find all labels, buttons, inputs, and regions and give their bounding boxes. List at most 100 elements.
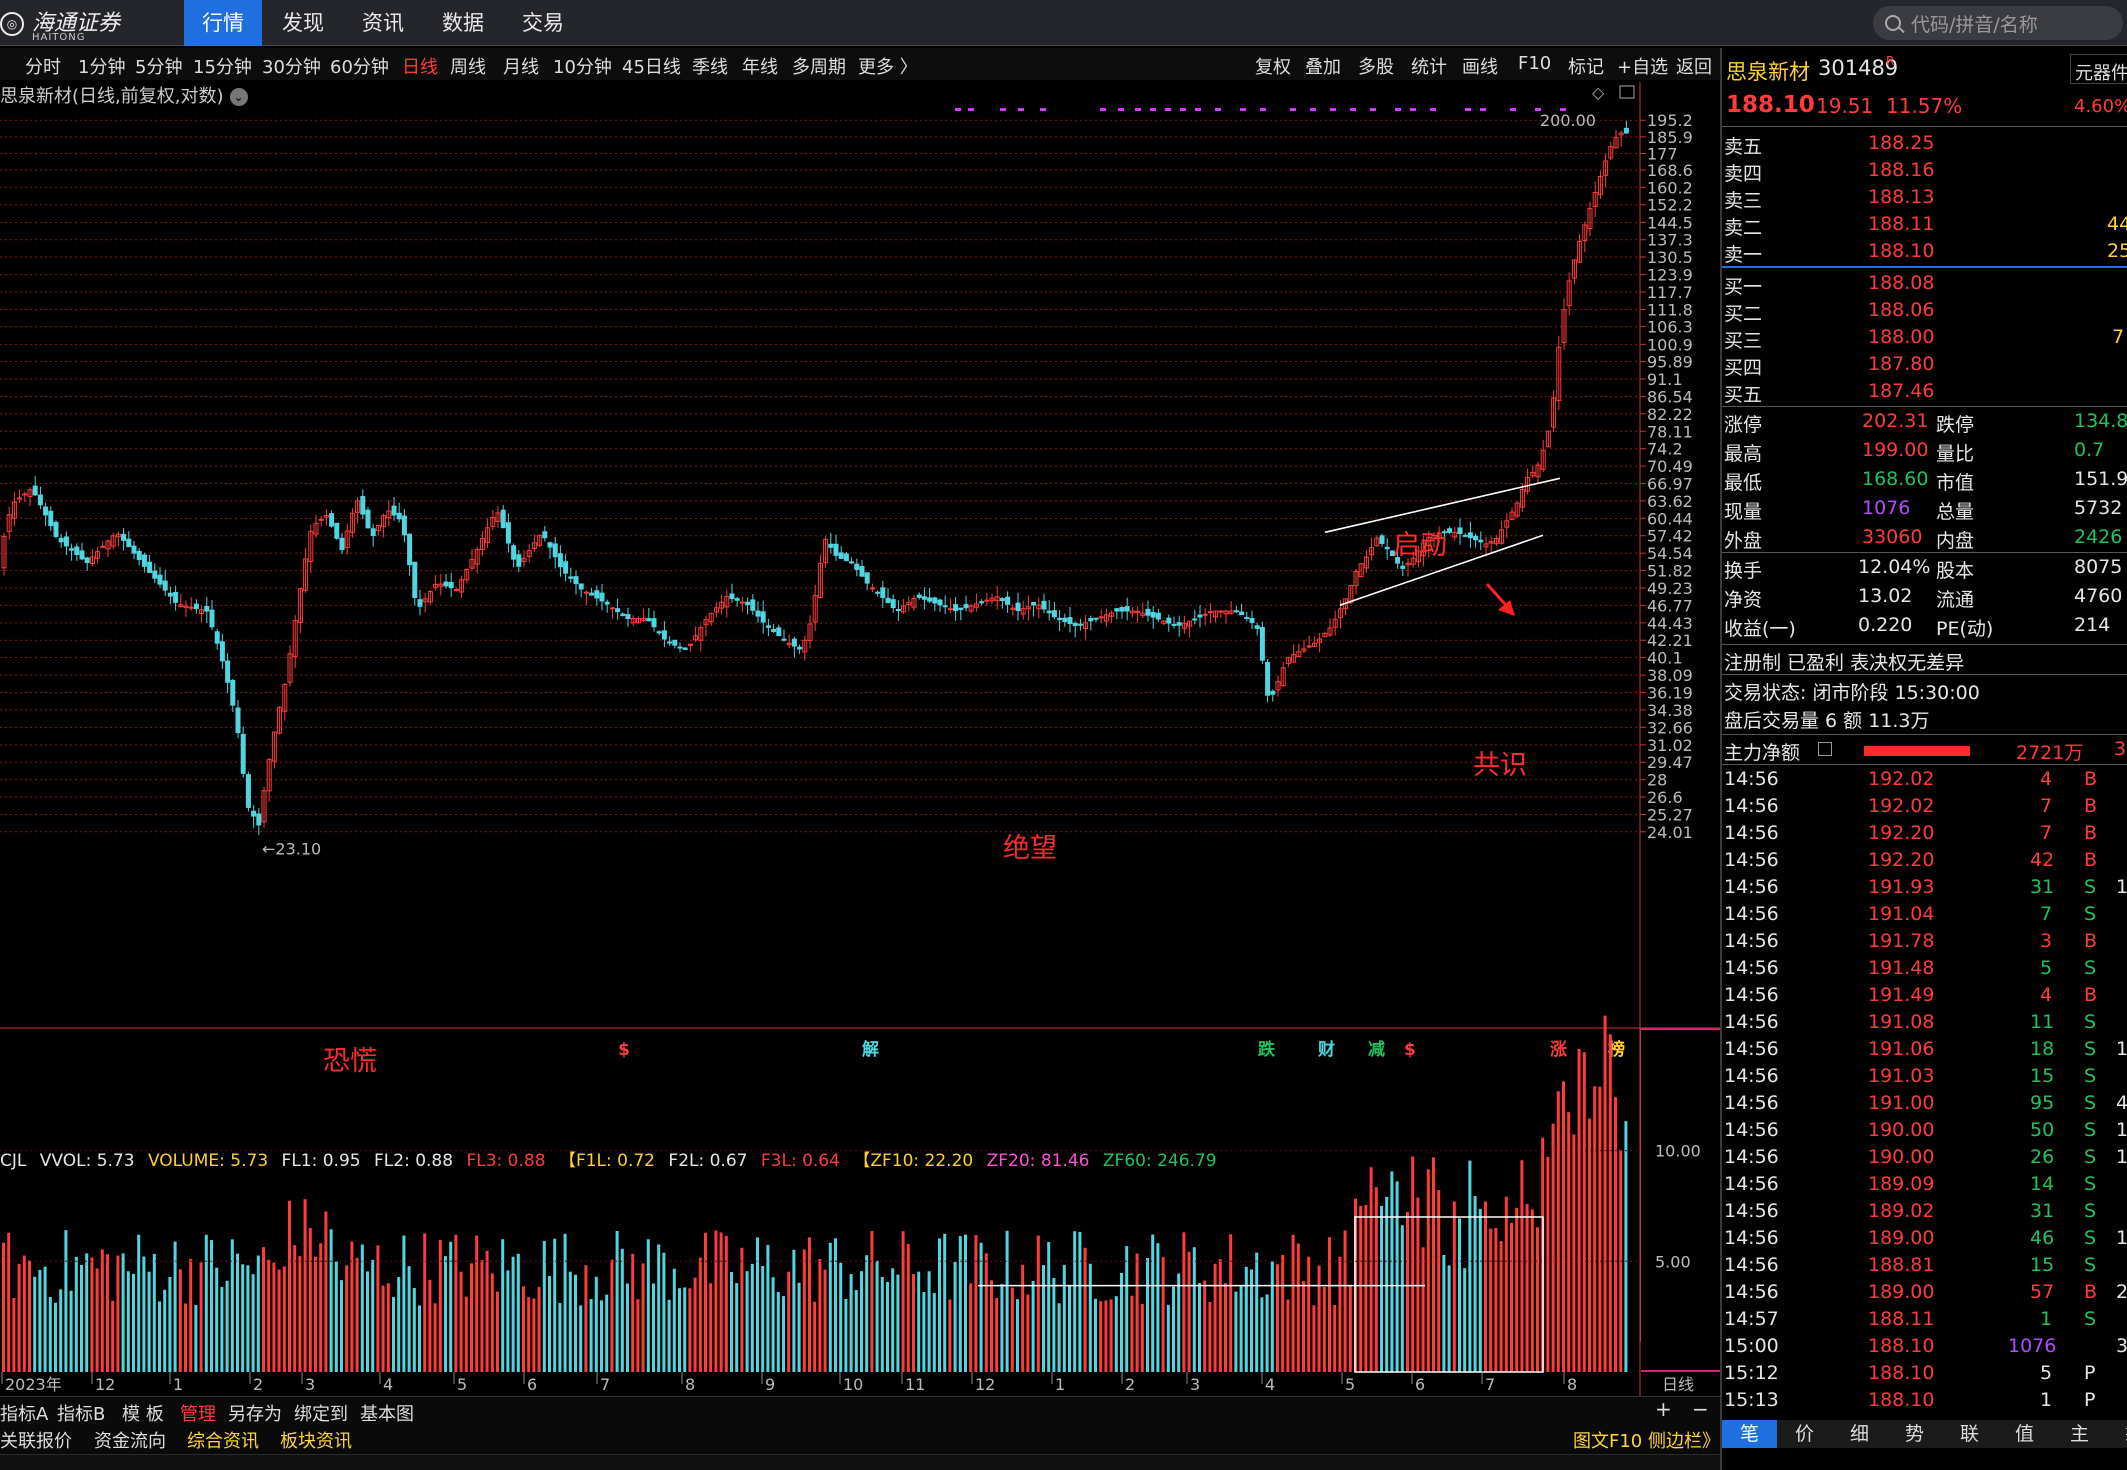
ask-price[interactable]: 188.11 bbox=[1868, 213, 1934, 235]
flow-menu-icon[interactable] bbox=[1818, 742, 1832, 756]
quote-tab-5[interactable]: 值 bbox=[1997, 1420, 2052, 1448]
tick-direction: B bbox=[2084, 768, 2098, 790]
period-tab-0[interactable]: 分时 bbox=[25, 53, 61, 79]
nav-tab-quotes[interactable]: 行情 bbox=[184, 0, 262, 46]
event-marker[interactable]: 涨 bbox=[1550, 1040, 1567, 1060]
indicator-tab-1[interactable]: 指标B bbox=[57, 1400, 105, 1426]
volume-bar bbox=[1562, 1081, 1565, 1372]
period-tab-2[interactable]: 5分钟 bbox=[135, 53, 182, 79]
candle-body bbox=[661, 630, 667, 640]
bid-label: 买五 bbox=[1724, 384, 1763, 406]
period-tab-13[interactable]: 多周期 bbox=[792, 53, 846, 79]
search-input[interactable]: 代码/拼音/名称 bbox=[1873, 6, 2123, 40]
indicator-tab-6[interactable]: 基本图 bbox=[360, 1400, 414, 1426]
quote-tab-6[interactable]: 主 bbox=[2052, 1420, 2107, 1448]
quote-tab-2[interactable]: 细 bbox=[1832, 1420, 1887, 1448]
quote-tab-4[interactable]: 联 bbox=[1942, 1420, 1997, 1448]
candle-body bbox=[1093, 617, 1099, 620]
nav-tab-news[interactable]: 资讯 bbox=[344, 0, 422, 46]
tick-time: 14:56 bbox=[1724, 1254, 1779, 1276]
indicator-tab-4[interactable]: 另存为 bbox=[228, 1400, 282, 1426]
event-marker[interactable]: 减 bbox=[1368, 1039, 1385, 1060]
nav-tab-trade[interactable]: 交易 bbox=[504, 0, 582, 46]
period-tab-3[interactable]: 15分钟 bbox=[193, 53, 252, 79]
tool-button-6[interactable]: 标记 bbox=[1568, 53, 1604, 79]
event-marker[interactable]: $ bbox=[618, 1040, 630, 1060]
quote-tab-3[interactable]: 势 bbox=[1887, 1420, 1942, 1448]
volume-bar bbox=[1608, 1034, 1612, 1372]
bid-price[interactable]: 187.80 bbox=[1868, 353, 1934, 375]
period-tab-5[interactable]: 60分钟 bbox=[330, 53, 389, 79]
bid-price[interactable]: 188.06 bbox=[1868, 299, 1934, 321]
bid-price[interactable]: 188.08 bbox=[1868, 272, 1934, 294]
period-tab-11[interactable]: 季线 bbox=[692, 53, 728, 79]
candle-body bbox=[589, 592, 595, 596]
tick-volume: 1 bbox=[2040, 1308, 2053, 1330]
nav-tab-data[interactable]: 数据 bbox=[424, 0, 502, 46]
tool-button-3[interactable]: 统计 bbox=[1411, 53, 1447, 79]
period-tab-10[interactable]: 45日线 bbox=[622, 53, 681, 79]
ask-price[interactable]: 188.16 bbox=[1868, 159, 1934, 181]
volume-bar bbox=[1177, 1273, 1181, 1372]
kline-chart[interactable]: 195.2185.9177168.6160.2152.2144.5137.313… bbox=[0, 82, 1720, 1396]
period-tab-6[interactable]: 日线 bbox=[402, 53, 438, 79]
info-tab-1[interactable]: 资金流向 bbox=[94, 1427, 166, 1453]
ask-price[interactable]: 188.13 bbox=[1868, 186, 1934, 208]
period-tab-1[interactable]: 1分钟 bbox=[78, 53, 125, 79]
zoom-out-icon[interactable]: − bbox=[1692, 1397, 1709, 1421]
candle-body bbox=[334, 522, 340, 539]
event-marker[interactable]: 解 bbox=[862, 1039, 879, 1060]
quote-tab-0[interactable]: 笔 bbox=[1722, 1420, 1777, 1448]
stat-label: PE(动) bbox=[1936, 618, 1994, 640]
info-tab-0[interactable]: 关联报价 bbox=[0, 1427, 72, 1453]
ask-price[interactable]: 188.25 bbox=[1868, 132, 1934, 154]
period-tab-7[interactable]: 周线 bbox=[450, 53, 486, 79]
ask-price[interactable]: 188.10 bbox=[1868, 240, 1934, 262]
period-tab-8[interactable]: 月线 bbox=[503, 53, 539, 79]
volume-bar bbox=[236, 1253, 239, 1372]
price-tick-label: 40.1 bbox=[1647, 649, 1683, 668]
volume-bar bbox=[1556, 1091, 1560, 1372]
quote-tab-1[interactable]: 价 bbox=[1777, 1420, 1832, 1448]
quote-tab-7[interactable]: 筹 bbox=[2107, 1420, 2127, 1448]
zoom-in-icon[interactable]: + bbox=[1655, 1397, 1672, 1421]
indicator-tab-2[interactable]: 模 板 bbox=[122, 1400, 164, 1426]
tool-button-2[interactable]: 多股 bbox=[1358, 53, 1394, 79]
tick-price: 191.06 bbox=[1868, 1038, 1935, 1060]
tool-button-0[interactable]: 复权 bbox=[1255, 53, 1291, 79]
info-tab-3[interactable]: 板块资讯 bbox=[280, 1427, 352, 1453]
window-icon[interactable] bbox=[1619, 85, 1635, 99]
period-tab-12[interactable]: 年线 bbox=[742, 53, 778, 79]
bid-price[interactable]: 187.46 bbox=[1868, 380, 1934, 402]
chart-annotation: 启动 bbox=[1393, 530, 1447, 561]
indicator-tab-5[interactable]: 绑定到 bbox=[294, 1400, 348, 1426]
tick-extra: 1 bbox=[2116, 1038, 2127, 1060]
tool-button-4[interactable]: 画线 bbox=[1462, 53, 1498, 79]
tool-button-8[interactable]: 返回 bbox=[1676, 53, 1712, 79]
event-marker[interactable]: $ bbox=[1404, 1040, 1416, 1060]
indicator-tab-3[interactable]: 管理 bbox=[180, 1400, 216, 1426]
tool-button-5[interactable]: F10 bbox=[1518, 53, 1551, 74]
period-tab-14[interactable]: 更多 〉 bbox=[858, 53, 918, 79]
tick-time: 15:00 bbox=[1724, 1335, 1779, 1357]
info-tab-2[interactable]: 综合资讯 bbox=[187, 1427, 259, 1453]
bid-price[interactable]: 188.00 bbox=[1868, 326, 1934, 348]
indicator-name[interactable]: CJL bbox=[0, 1151, 26, 1171]
volume-bar bbox=[620, 1248, 624, 1372]
period-tab-9[interactable]: 10分钟 bbox=[553, 53, 612, 79]
diamond-icon[interactable]: ◇ bbox=[1592, 83, 1605, 102]
sector-tag[interactable]: 元器件 bbox=[2070, 54, 2127, 84]
volume-bar bbox=[1473, 1196, 1477, 1372]
f10-sidebar-link[interactable]: 图文F10 侧边栏》 bbox=[1573, 1427, 1720, 1453]
nav-tab-discover[interactable]: 发现 bbox=[264, 0, 342, 46]
event-marker[interactable]: 跌 bbox=[1258, 1040, 1276, 1060]
divider bbox=[1722, 406, 2127, 407]
ask-volume: 25 bbox=[2107, 240, 2127, 262]
period-tab-4[interactable]: 30分钟 bbox=[262, 53, 321, 79]
haitong-logo[interactable]: ◎ 海通证券 HAITONG bbox=[0, 4, 165, 44]
indicator-tab-0[interactable]: 指标A bbox=[0, 1400, 48, 1426]
event-marker[interactable]: 财 bbox=[1317, 1039, 1335, 1060]
x-tick-label: 6 bbox=[1415, 1375, 1425, 1394]
tool-button-7[interactable]: +自选 bbox=[1617, 53, 1668, 79]
tool-button-1[interactable]: 叠加 bbox=[1305, 53, 1341, 79]
